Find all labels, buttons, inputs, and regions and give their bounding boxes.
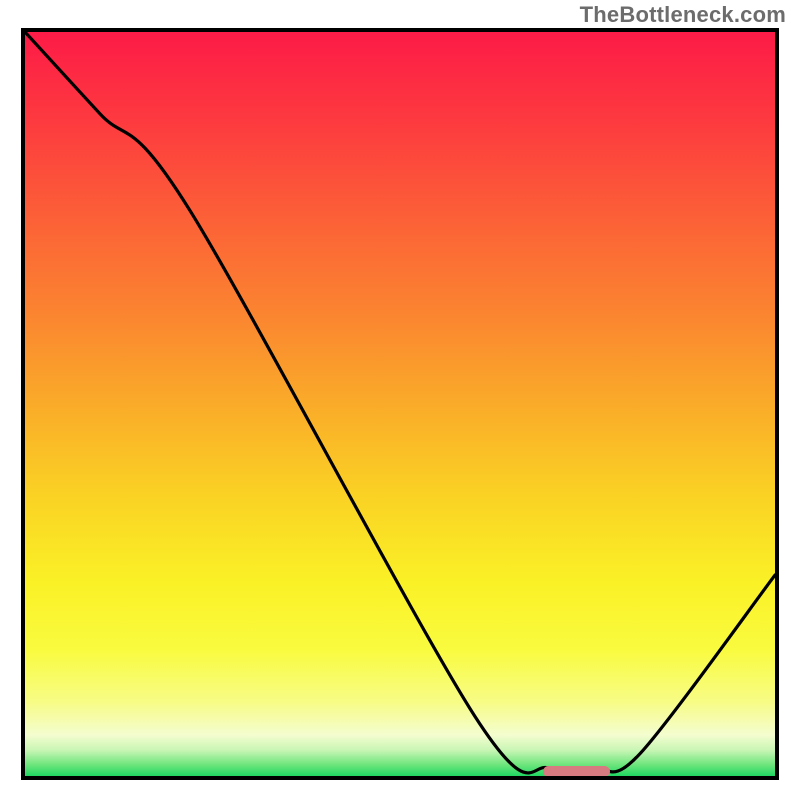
plot-frame (21, 28, 779, 780)
optimal-range-marker (543, 766, 611, 777)
attribution-label: TheBottleneck.com (580, 2, 786, 28)
chart-container: TheBottleneck.com (0, 0, 800, 800)
bottleneck-curve (25, 32, 775, 776)
